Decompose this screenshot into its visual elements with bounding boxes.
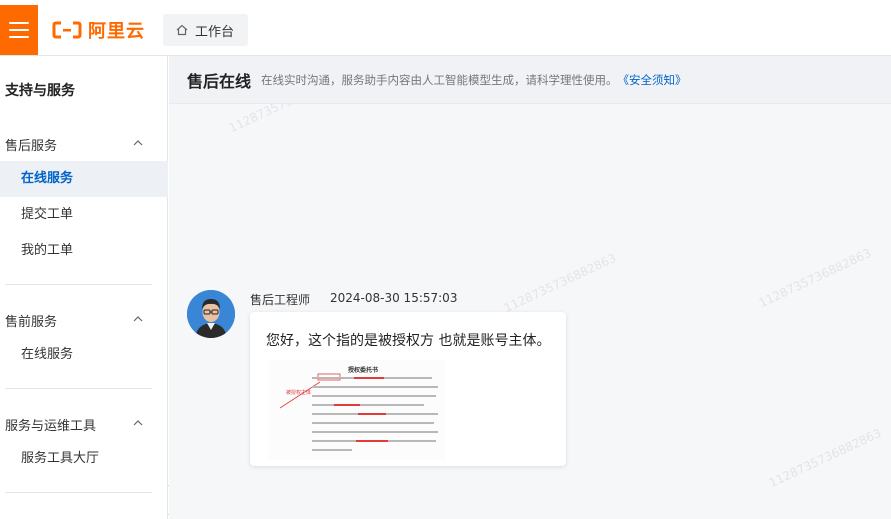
message-bubble: 您好，这个指的是被授权方 也就是账号主体。 授权委托书 被授权主体 [250, 312, 566, 466]
doc-highlight [334, 404, 360, 406]
safety-notice-link[interactable]: 《安全须知》 [618, 72, 687, 88]
sidebar: 支持与服务 售后服务 在线服务 提交工单 我的工单 售前服务 在线服务 服务与运… [0, 56, 168, 519]
chevron-up-icon[interactable] [133, 418, 143, 428]
doc-line [312, 395, 436, 397]
watermark: 1128735736882863 [501, 250, 619, 316]
message-text: 您好，这个指的是被授权方 也就是账号主体。 [266, 333, 551, 349]
doc-line [312, 449, 352, 451]
group-title-ops-tools[interactable]: 服务与运维工具 [5, 415, 96, 434]
sidebar-item-online-service[interactable]: 在线服务 [0, 161, 168, 197]
divider [5, 284, 152, 285]
doc-highlight [356, 440, 388, 442]
logo-text: 阿里云 [88, 21, 145, 42]
divider [5, 388, 152, 389]
breadcrumb-label: 工作台 [195, 24, 235, 40]
doc-highlight [358, 413, 386, 415]
aliyun-logo-icon [52, 21, 82, 39]
page-description: 在线实时沟通，服务助手内容由人工智能模型生成，请科学理性使用。 [261, 72, 618, 87]
message-sender: 售后工程师 [250, 293, 311, 307]
breadcrumb-workbench[interactable]: 工作台 [163, 14, 249, 46]
message-timestamp: 2024-08-30 15:57:03 [330, 291, 458, 305]
chevron-up-icon[interactable] [133, 314, 143, 324]
sidebar-title: 支持与服务 [5, 83, 75, 99]
aliyun-logo[interactable]: 阿里云 [52, 18, 145, 42]
sidebar-item-tools-hall[interactable]: 服务工具大厅 [0, 441, 168, 477]
avatar [187, 290, 235, 338]
doc-line [312, 422, 434, 424]
watermark: 1128735736882863 [766, 425, 884, 491]
chat-panel: 1128735736882863 1128735736882863 112873… [169, 56, 891, 519]
attachment-doc-markup [279, 373, 341, 409]
home-icon [176, 24, 188, 36]
group-title-after-sales[interactable]: 售后服务 [5, 135, 57, 154]
divider [5, 492, 152, 493]
sidebar-item-submit-ticket[interactable]: 提交工单 [0, 197, 168, 233]
doc-line [312, 386, 438, 388]
group-title-pre-sales[interactable]: 售前服务 [5, 311, 57, 330]
chat-header: 售后在线 在线实时沟通，服务助手内容由人工智能模型生成，请科学理性使用。 《安全… [169, 56, 891, 104]
menu-icon[interactable] [0, 5, 38, 55]
chevron-up-icon[interactable] [133, 138, 143, 148]
doc-line [312, 404, 424, 406]
watermark: 1128735736882863 [756, 245, 874, 311]
sidebar-item-presales-online-service[interactable]: 在线服务 [0, 337, 168, 373]
sidebar-item-my-tickets[interactable]: 我的工单 [0, 233, 168, 269]
page-title: 售后在线 [187, 71, 252, 91]
message-attachment-image[interactable]: 授权委托书 被授权主体 [268, 360, 446, 460]
doc-highlight [354, 377, 384, 379]
top-bar: 阿里云 工作台 [0, 0, 891, 56]
doc-line [312, 431, 438, 433]
